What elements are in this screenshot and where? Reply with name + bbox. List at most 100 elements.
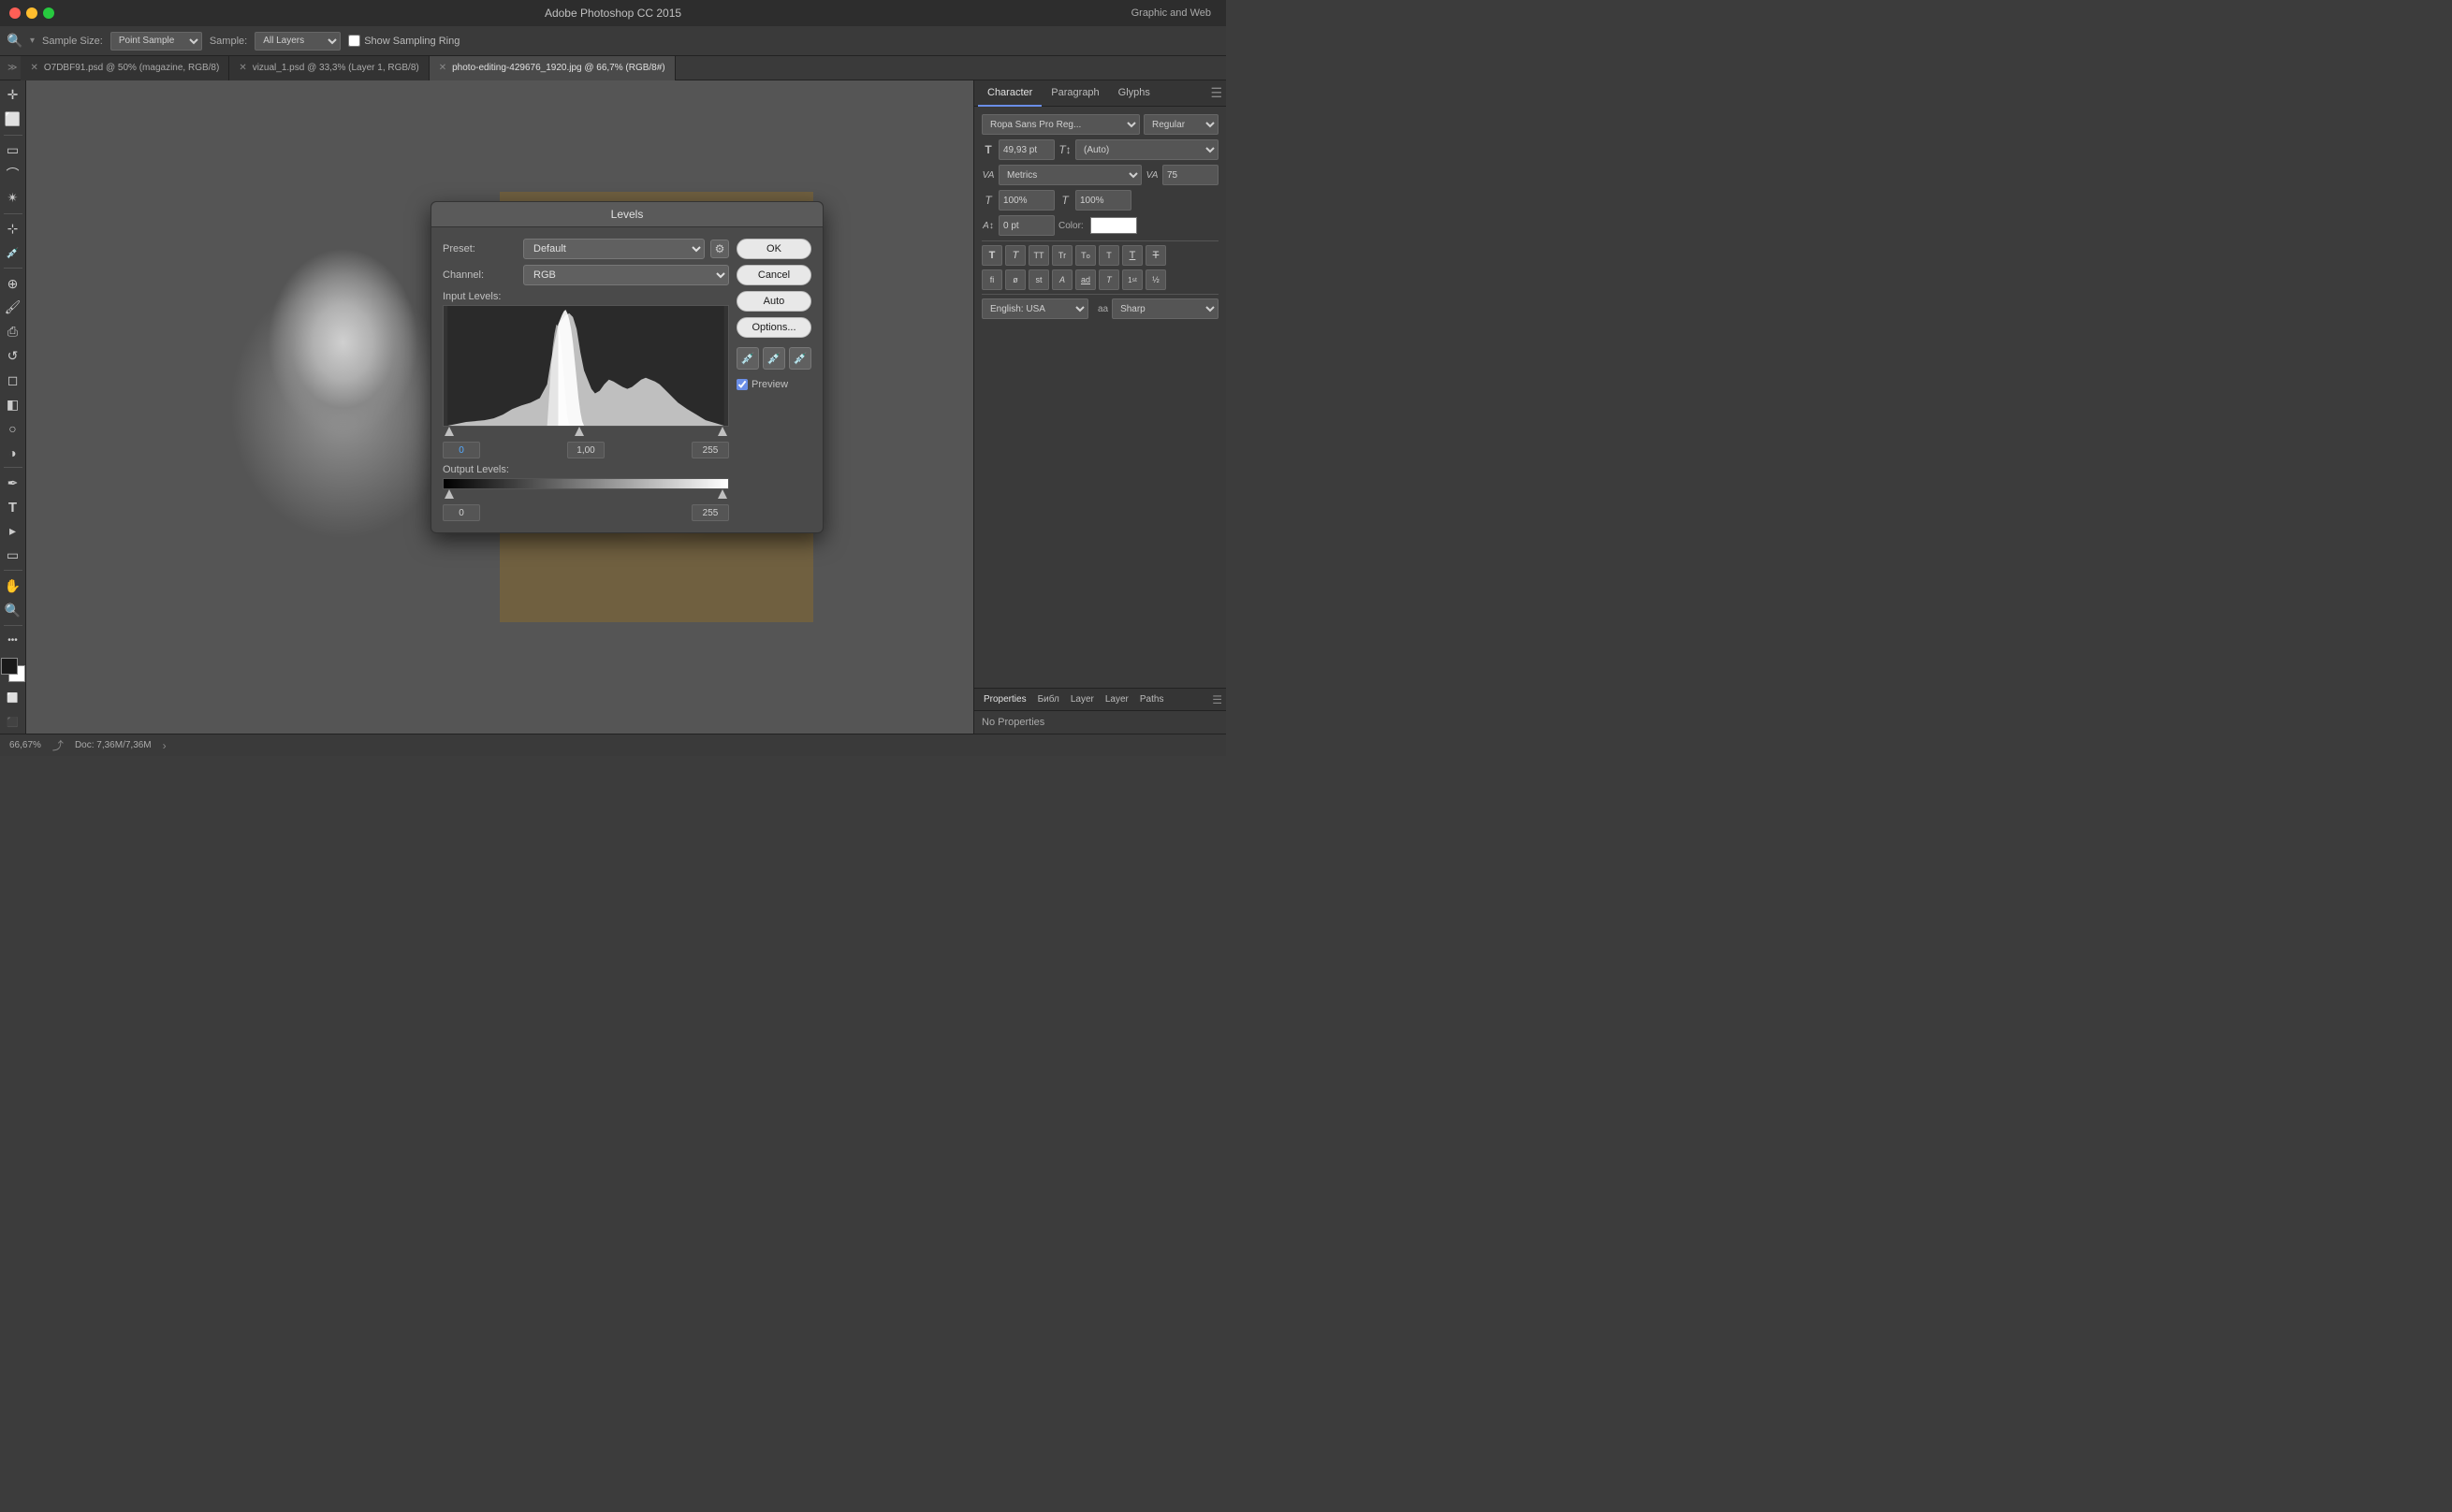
- channel-select[interactable]: RGB Red Green Blue: [523, 265, 729, 285]
- screen-mode-tool[interactable]: ⬛: [2, 711, 24, 734]
- tab-close-1[interactable]: ✕: [239, 63, 246, 73]
- minimize-button[interactable]: [26, 7, 37, 19]
- font-size-input[interactable]: [999, 139, 1055, 160]
- properties-menu-icon[interactable]: ☰: [1212, 693, 1222, 706]
- export-icon[interactable]: ⤴: [52, 737, 64, 753]
- foreground-color[interactable]: [1, 658, 18, 675]
- font-style-select[interactable]: Regular: [1144, 114, 1219, 135]
- color-swatches[interactable]: [1, 658, 25, 682]
- window-controls[interactable]: [0, 7, 54, 19]
- auto-button[interactable]: Auto: [737, 291, 811, 312]
- kerning-select[interactable]: Metrics Optical: [999, 165, 1142, 185]
- gradient-tool[interactable]: ◧: [2, 393, 24, 415]
- brush-tool[interactable]: 🖌: [2, 297, 24, 319]
- close-button[interactable]: [9, 7, 21, 19]
- marquee-tool[interactable]: ▭: [2, 139, 24, 162]
- underline-type-btn[interactable]: T: [1122, 245, 1143, 266]
- panel-expand-icon[interactable]: ≫: [7, 63, 17, 73]
- artboard-tool[interactable]: ⬜: [2, 109, 24, 131]
- strikethrough-type-btn[interactable]: T: [1146, 245, 1166, 266]
- output-black-slider[interactable]: [445, 489, 454, 499]
- tab-paragraph[interactable]: Paragraph: [1042, 80, 1108, 107]
- white-point-slider[interactable]: [718, 427, 727, 436]
- discretionary-btn[interactable]: ad: [1075, 269, 1096, 290]
- bold-type-btn[interactable]: T: [982, 245, 1002, 266]
- eyedropper-tool[interactable]: 💉: [2, 242, 24, 265]
- black-point-slider[interactable]: [445, 427, 454, 436]
- stylistic-btn[interactable]: st: [1029, 269, 1049, 290]
- move-tool[interactable]: ✛: [2, 84, 24, 107]
- ordinal-btn[interactable]: 1st: [1122, 269, 1143, 290]
- input-mid-value[interactable]: [567, 442, 605, 458]
- tab-paths[interactable]: Paths: [1134, 689, 1170, 711]
- ligature-btn[interactable]: fi: [982, 269, 1002, 290]
- sampling-ring-checkbox[interactable]: [348, 35, 360, 47]
- type-tool[interactable]: T: [2, 496, 24, 518]
- shape-tool[interactable]: ▭: [2, 545, 24, 567]
- output-white-value[interactable]: [692, 504, 729, 521]
- pen-tool[interactable]: ✒: [2, 472, 24, 494]
- allcaps-type-btn[interactable]: TT: [1029, 245, 1049, 266]
- path-select-tool[interactable]: ▸: [2, 520, 24, 543]
- white-eyedropper[interactable]: 💉: [789, 347, 811, 370]
- tab-close-0[interactable]: ✕: [30, 63, 37, 73]
- fraction-btn[interactable]: ½: [1146, 269, 1166, 290]
- preview-checkbox[interactable]: [737, 379, 748, 390]
- preset-select[interactable]: Default: [523, 239, 705, 259]
- tab-character[interactable]: Character: [978, 80, 1042, 107]
- oldstyle-btn[interactable]: ø: [1005, 269, 1026, 290]
- scale-v-input[interactable]: [1075, 190, 1131, 211]
- crop-tool[interactable]: ⊹: [2, 218, 24, 240]
- tab-bibl[interactable]: Библ: [1032, 689, 1065, 711]
- output-white-slider[interactable]: [718, 489, 727, 499]
- swash-btn[interactable]: A: [1052, 269, 1073, 290]
- hand-tool[interactable]: ✋: [2, 574, 24, 597]
- sample-select[interactable]: All Layers Current Layer: [255, 32, 341, 51]
- magic-wand-tool[interactable]: ✴: [2, 187, 24, 210]
- clone-tool[interactable]: ⎙: [2, 321, 24, 343]
- heal-tool[interactable]: ⊕: [2, 272, 24, 295]
- tab-1[interactable]: ✕ vizual_1.psd @ 33,3% (Layer 1, RGB/8): [229, 56, 429, 80]
- tab-layer-2[interactable]: Layer: [1100, 689, 1134, 711]
- sampling-ring-toggle[interactable]: Show Sampling Ring: [348, 35, 460, 47]
- options-button[interactable]: Options...: [737, 317, 811, 338]
- tab-glyphs[interactable]: Glyphs: [1109, 80, 1160, 107]
- baseline-shift-input[interactable]: [999, 215, 1055, 236]
- titling-btn[interactable]: T: [1099, 269, 1119, 290]
- scale-h-input[interactable]: [999, 190, 1055, 211]
- language-select[interactable]: English: USA: [982, 298, 1088, 319]
- tab-0[interactable]: ✕ O7DBF91.psd @ 50% (magazine, RGB/8): [21, 56, 229, 80]
- blur-tool[interactable]: ○: [2, 417, 24, 440]
- tab-layer-1[interactable]: Layer: [1065, 689, 1100, 711]
- levels-gear-btn[interactable]: ⚙: [710, 240, 729, 258]
- tab-properties[interactable]: Properties: [978, 689, 1032, 711]
- tab-2[interactable]: ✕ photo-editing-429676_1920.jpg @ 66,7% …: [430, 56, 676, 80]
- output-black-value[interactable]: [443, 504, 480, 521]
- eraser-tool[interactable]: ◻: [2, 369, 24, 391]
- input-black-value[interactable]: [443, 442, 480, 458]
- leading-select[interactable]: (Auto): [1075, 139, 1219, 160]
- tracking-input[interactable]: [1162, 165, 1219, 185]
- dodge-tool[interactable]: ◑: [2, 442, 24, 464]
- smallcaps-type-btn[interactable]: Tr: [1052, 245, 1073, 266]
- tab-close-2[interactable]: ✕: [439, 63, 446, 73]
- zoom-tool[interactable]: 🔍: [2, 599, 24, 621]
- history-brush-tool[interactable]: ↺: [2, 345, 24, 368]
- ok-button[interactable]: OK: [737, 239, 811, 259]
- text-color-swatch[interactable]: [1090, 217, 1137, 234]
- sample-size-select[interactable]: Point Sample 3 by 3 Average 5 by 5 Avera…: [110, 32, 202, 51]
- panel-menu-icon[interactable]: ☰: [1210, 85, 1222, 101]
- italic-type-btn[interactable]: T: [1005, 245, 1026, 266]
- gray-eyedropper[interactable]: 💉: [763, 347, 785, 370]
- sub-type-btn[interactable]: T: [1099, 245, 1119, 266]
- maximize-button[interactable]: [43, 7, 54, 19]
- aa-select[interactable]: Sharp Crisp Strong Smooth: [1112, 298, 1219, 319]
- midtone-slider[interactable]: [575, 427, 584, 436]
- cancel-button[interactable]: Cancel: [737, 265, 811, 285]
- black-eyedropper[interactable]: 💉: [737, 347, 759, 370]
- super-type-btn[interactable]: To: [1075, 245, 1096, 266]
- lasso-tool[interactable]: ⌒: [2, 163, 24, 185]
- dots-tool[interactable]: •••: [2, 630, 24, 652]
- input-white-value[interactable]: [692, 442, 729, 458]
- font-family-select[interactable]: Ropa Sans Pro Reg...: [982, 114, 1140, 135]
